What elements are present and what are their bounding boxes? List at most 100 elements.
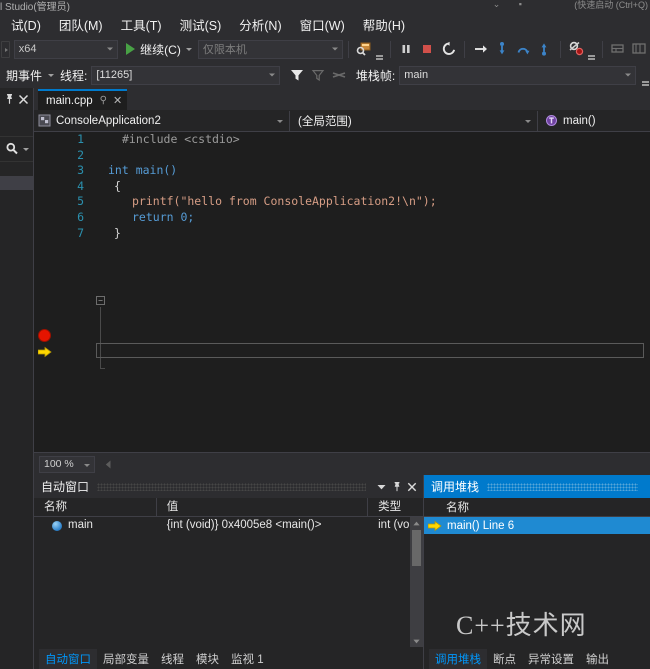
threads-window-icon[interactable] [629,39,650,60]
close-icon[interactable] [18,92,29,110]
column-header-name[interactable]: 名称 [34,497,157,517]
brace-guide [100,307,101,369]
menu-team[interactable]: 团队(M) [50,12,112,37]
tree-row[interactable] [0,190,33,204]
step-over-icon[interactable] [513,39,534,60]
chevron-down-icon[interactable] [48,73,55,77]
tab-threads[interactable]: 线程 [155,649,190,669]
table-row[interactable]: main {int (void)} 0x4005e8 <main()> int … [34,517,423,534]
project-name: ConsoleApplication2 [56,114,161,127]
step-out-icon[interactable] [534,39,555,60]
tab-main-cpp[interactable]: main.cpp ⚲ ✕ [38,89,128,110]
member-selector[interactable]: main() [538,111,650,131]
breakpoint-gutter[interactable] [34,132,56,452]
panel-drag-handle[interactable] [97,482,366,491]
stack-frame-selector[interactable]: main [399,65,637,85]
variable-icon [52,520,62,531]
tab-modules[interactable]: 模块 [190,649,225,669]
variable-value[interactable]: {int (void)} 0x4005e8 <main()> [157,517,368,534]
attach-dropdown-icon[interactable] [375,39,385,60]
menu-debug[interactable]: 试(D) [2,12,50,37]
project-selector[interactable]: ConsoleApplication2 [34,110,290,131]
pin-icon[interactable] [389,478,404,495]
chevron-down-icon[interactable] [185,47,192,51]
toggle-flag-icon[interactable] [329,65,350,86]
tab-call-stack[interactable]: 调用堆栈 [429,649,487,669]
pin-icon[interactable] [4,92,15,110]
zoom-selector[interactable]: 100 % [39,455,95,473]
column-header-type[interactable]: 类型 [368,498,423,517]
tab-exception-settings[interactable]: 异常设置 [522,649,580,669]
thread-selector[interactable]: [11265] [91,65,281,85]
current-statement-arrow-icon [37,345,52,358]
close-icon[interactable] [404,478,419,495]
toolbar-overflow-icon[interactable] [640,65,650,86]
tab-autos[interactable]: 自动窗口 [39,649,97,669]
debugger-type-selector[interactable]: 仅限本机 [197,39,343,59]
tab-locals[interactable]: 局部变量 [97,649,155,669]
column-header-value[interactable]: 值 [157,497,369,517]
scope-selector[interactable]: (全局范围) [290,110,538,131]
editor-tab-strip: main.cpp ⚲ ✕ [34,88,650,110]
scroll-down-button[interactable] [410,635,423,647]
tab-breakpoints[interactable]: 断点 [487,649,522,669]
menu-analyze[interactable]: 分析(N) [230,12,290,37]
line-number: 2 [77,147,84,162]
thread-label: 线程: [60,68,88,83]
solution-tree[interactable] [0,162,33,204]
filter-funnel-icon[interactable] [286,65,307,86]
breakpoint-disable-icon[interactable] [566,39,587,60]
toolbar-divider [464,40,466,58]
autos-vertical-scrollbar[interactable] [410,517,423,647]
debug-toolbar: x64 继续(C) 仅限本机 [0,36,650,62]
stop-icon[interactable] [417,39,438,60]
line-number-gutter: 1 2 3 4 5 6 7 [56,132,92,452]
tree-row[interactable] [0,176,33,190]
scroll-left-button[interactable] [103,457,114,471]
toolbar-grip-icon[interactable] [1,40,10,58]
panel-menu-icon[interactable] [374,478,389,495]
table-row[interactable]: main() Line 6 [424,517,650,534]
tree-row[interactable] [0,162,33,176]
variable-name: main [68,519,93,531]
autos-panel: 自动窗口 名称 值 类型 main {int (void)} 0x4005e8 … [34,475,424,669]
pause-icon[interactable] [396,39,417,60]
panel-drag-handle[interactable] [487,482,638,491]
step-into-icon[interactable] [491,39,512,60]
code-text[interactable]: #include <cstdio> int main() { printf("h… [92,132,650,452]
platform-selector[interactable]: x64 [13,39,119,59]
filter-clear-icon[interactable] [307,65,328,86]
chevron-down-icon[interactable] [23,147,29,151]
show-next-statement-icon[interactable] [470,39,491,60]
restart-icon[interactable] [438,39,459,60]
scrollbar-thumb[interactable] [412,530,421,566]
code-surface[interactable]: 1 2 3 4 5 6 7 #include <cstdio> int main… [34,132,650,452]
menu-tools[interactable]: 工具(T) [112,12,171,37]
lifecycle-events-label[interactable]: 期事件 [6,67,42,84]
line-number: 6 [77,209,84,224]
memory-window-icon[interactable] [608,39,629,60]
tab-output[interactable]: 输出 [580,649,615,669]
window-controls[interactable]: ⌄ ▪ [493,0,530,10]
solution-search-box[interactable] [0,136,33,162]
continue-button[interactable]: 继续(C) [126,41,192,58]
attach-process-icon[interactable] [354,39,375,60]
code-line-5: printf("hello from ConsoleApplication2!\… [132,194,437,209]
tab-watch-1[interactable]: 监视 1 [225,649,270,669]
autos-panel-title: 自动窗口 [41,480,90,494]
breakpoint-dropdown-icon[interactable] [587,39,597,60]
menu-window[interactable]: 窗口(W) [291,12,354,37]
column-header-name[interactable]: 名称 [446,499,469,515]
line-number: 7 [77,225,84,240]
quick-launch-box[interactable]: (快速启动 (Ctrl+Q) [574,0,648,11]
menu-test[interactable]: 测试(S) [171,12,231,37]
play-icon [126,43,136,55]
close-icon[interactable]: ✕ [113,94,122,107]
editor-navigation-bar: ConsoleApplication2 (全局范围) main() [34,110,650,132]
collapse-region-icon[interactable]: − [96,296,105,305]
chevron-down-icon [84,463,90,467]
menu-help[interactable]: 帮助(H) [354,12,414,37]
breakpoint-marker[interactable] [38,329,51,342]
scroll-up-button[interactable] [410,517,423,529]
pin-icon[interactable]: ⚲ [100,95,107,106]
